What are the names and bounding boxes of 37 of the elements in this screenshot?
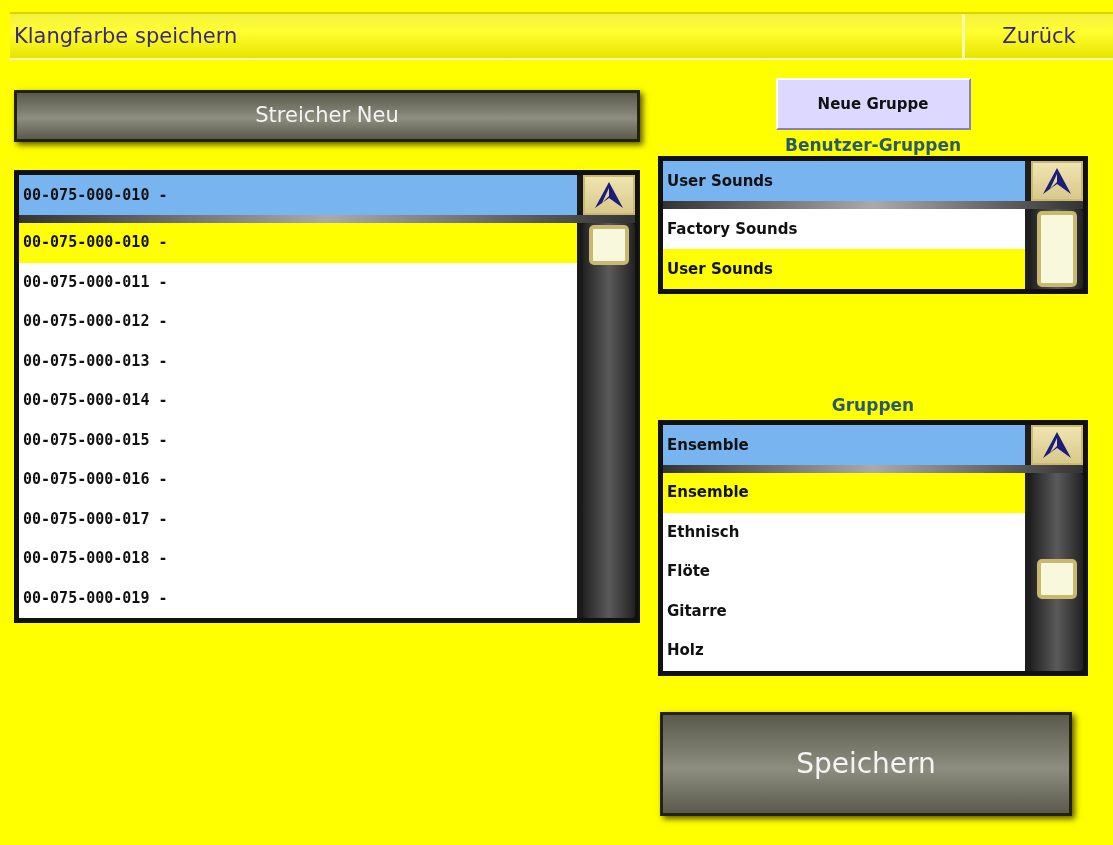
selected-value: User Sounds bbox=[663, 161, 1025, 201]
new-group-button[interactable]: Neue Gruppe bbox=[775, 78, 971, 130]
list-item[interactable]: 00-075-000-017 - bbox=[19, 499, 577, 539]
scroll-up-button[interactable] bbox=[1031, 425, 1083, 465]
list-item[interactable]: Holz bbox=[663, 631, 1025, 671]
window-title: Klangfarbe speichern bbox=[13, 23, 239, 50]
scroll-track[interactable] bbox=[583, 223, 635, 618]
list-item[interactable]: Factory Sounds bbox=[663, 209, 1025, 249]
up-arrow-icon bbox=[1042, 167, 1072, 195]
scroll-up-button[interactable] bbox=[1031, 161, 1083, 201]
list-item[interactable]: 00-075-000-011 - bbox=[19, 262, 577, 302]
list-item[interactable]: 00-075-000-010 - bbox=[19, 223, 577, 263]
selected-value: 00-075-000-010 - bbox=[19, 175, 577, 215]
list-item[interactable]: Gitarre bbox=[663, 591, 1025, 632]
list-item[interactable]: 00-075-000-013 - bbox=[19, 341, 577, 381]
scroll-thumb[interactable] bbox=[1037, 211, 1077, 287]
list-item[interactable]: Flöte bbox=[663, 552, 1025, 592]
up-arrow-icon bbox=[594, 181, 624, 209]
scroll-thumb[interactable] bbox=[1037, 559, 1077, 599]
scroll-up-button[interactable] bbox=[583, 175, 635, 215]
list-item[interactable]: User Sounds bbox=[663, 249, 1025, 289]
scroll-thumb[interactable] bbox=[589, 225, 629, 265]
scroll-track[interactable] bbox=[1031, 473, 1083, 671]
scroll-track[interactable] bbox=[1031, 209, 1083, 289]
back-button[interactable]: Zurück bbox=[962, 14, 1113, 58]
list-heading: Gruppen bbox=[831, 394, 915, 416]
list-item[interactable]: 00-075-000-016 - bbox=[19, 460, 577, 500]
list-item[interactable]: 00-075-000-014 - bbox=[19, 381, 577, 421]
up-arrow-icon bbox=[1042, 431, 1072, 459]
list-item[interactable]: 00-075-000-015 - bbox=[19, 420, 577, 460]
list-item[interactable]: 00-075-000-019 - bbox=[19, 578, 577, 618]
list-item[interactable]: 00-075-000-012 - bbox=[19, 302, 577, 342]
list-item[interactable]: Ensemble bbox=[663, 473, 1025, 513]
list-heading: Benutzer-Gruppen bbox=[784, 134, 962, 156]
list-item[interactable]: 00-075-000-018 - bbox=[19, 539, 577, 579]
list-item[interactable]: Ethnisch bbox=[663, 512, 1025, 553]
selected-value: Ensemble bbox=[663, 425, 1025, 465]
